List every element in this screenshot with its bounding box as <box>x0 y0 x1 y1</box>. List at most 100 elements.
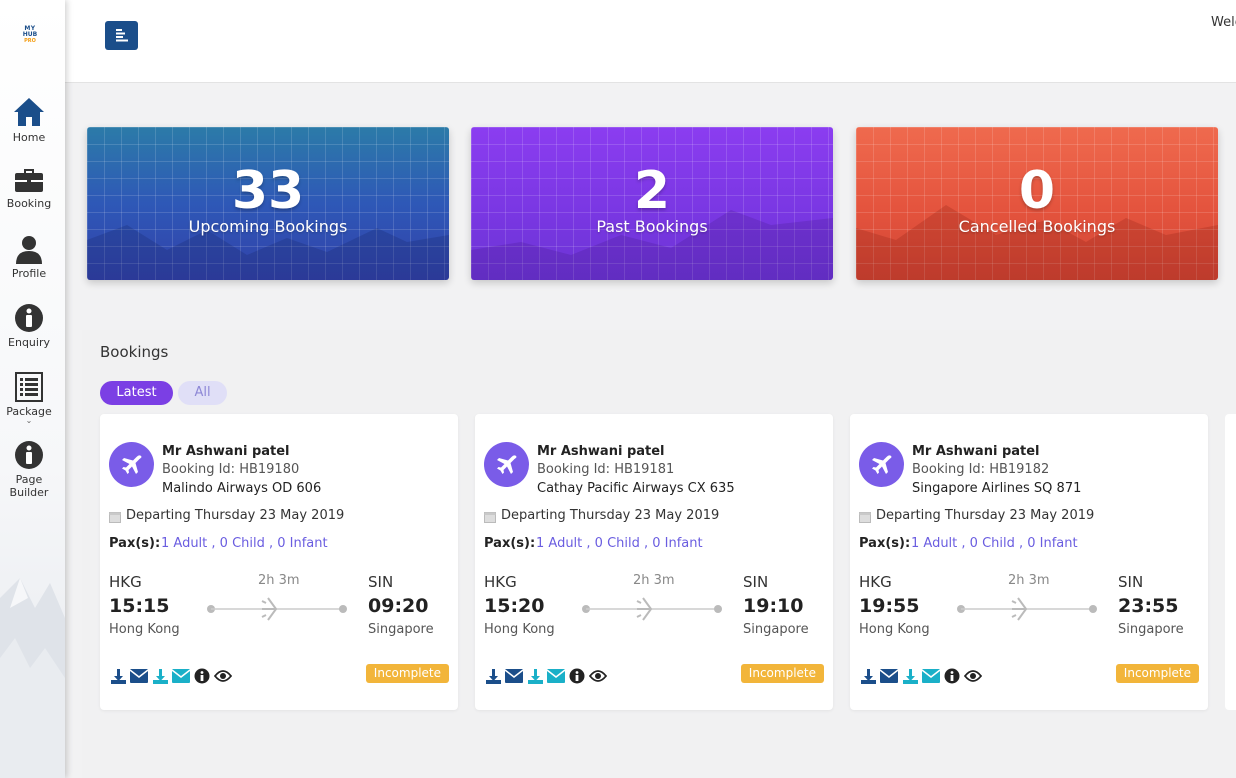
destination-code: SIN <box>368 573 394 591</box>
email-icon[interactable] <box>880 667 898 685</box>
departure-time: 15:15 <box>109 595 170 617</box>
menu-toggle-button[interactable] <box>105 21 138 50</box>
destination-city: Singapore <box>368 622 434 637</box>
calendar-icon <box>484 512 496 523</box>
sidebar-item-label: Page Builder <box>9 473 49 499</box>
flight-duration: 2h 3m <box>1008 573 1050 588</box>
email-icon[interactable] <box>172 667 190 685</box>
airplane-icon <box>636 597 653 621</box>
origin-city: Hong Kong <box>109 622 180 637</box>
sidebar: MY HUB PRO Home Booking Profile Enquiry … <box>0 0 65 778</box>
eye-icon[interactable] <box>214 667 232 685</box>
airplane-icon <box>1011 597 1028 621</box>
calendar-icon <box>109 512 121 523</box>
sidebar-item-booking[interactable]: Booking <box>0 166 58 210</box>
sidebar-item-enquiry[interactable]: Enquiry <box>0 303 58 349</box>
departure-date: Departing Thursday 23 May 2019 <box>876 508 1095 523</box>
info-icon[interactable] <box>568 667 586 685</box>
route-line <box>582 597 722 621</box>
welcome-text: Welcome <box>1211 15 1236 30</box>
pax-label: Pax(s): <box>859 536 911 551</box>
pax-value: 1 Adult , 0 Child , 0 Infant <box>911 536 1078 551</box>
passenger-name: Mr Ashwani patel <box>162 444 290 459</box>
booking-card-partial[interactable] <box>1225 414 1236 710</box>
booking-card[interactable]: Mr Ashwani patel Booking Id: HB19182 Sin… <box>850 414 1208 710</box>
stat-label: Past Bookings <box>596 217 708 236</box>
email-icon[interactable] <box>505 667 523 685</box>
avatar <box>859 442 904 487</box>
stat-card-past[interactable]: 2 Past Bookings <box>471 127 833 280</box>
info-icon <box>15 441 43 469</box>
sidebar-item-page-builder[interactable]: Page Builder <box>0 440 58 499</box>
booking-id: Booking Id: HB19181 <box>537 462 675 477</box>
booking-actions <box>859 667 982 685</box>
list-icon <box>15 372 43 402</box>
chevron-down-icon[interactable]: ⌄ <box>0 417 58 425</box>
sidebar-item-label: Enquiry <box>8 336 50 349</box>
destination-city: Singapore <box>743 622 809 637</box>
eye-icon[interactable] <box>964 667 982 685</box>
avatar <box>109 442 154 487</box>
stat-value: 0 <box>1018 161 1056 221</box>
email-icon[interactable] <box>130 667 148 685</box>
tab-latest[interactable]: Latest <box>100 381 173 405</box>
user-icon <box>16 236 42 264</box>
download-icon[interactable] <box>526 667 544 685</box>
eye-icon[interactable] <box>589 667 607 685</box>
app-logo[interactable]: MY HUB PRO <box>18 26 42 48</box>
download-icon[interactable] <box>109 667 127 685</box>
download-icon[interactable] <box>484 667 502 685</box>
booking-card[interactable]: Mr Ashwani patel Booking Id: HB19181 Cat… <box>475 414 833 710</box>
tab-all[interactable]: All <box>178 381 227 405</box>
stat-card-cancelled[interactable]: 0 Cancelled Bookings <box>856 127 1218 280</box>
info-icon[interactable] <box>193 667 211 685</box>
info-icon <box>15 304 43 332</box>
sidebar-item-profile[interactable]: Profile <box>0 234 58 280</box>
avatar <box>484 442 529 487</box>
pax-value: 1 Adult , 0 Child , 0 Infant <box>161 536 328 551</box>
passenger-name: Mr Ashwani patel <box>912 444 1040 459</box>
airplane-icon <box>496 454 516 474</box>
flight-duration: 2h 3m <box>258 573 300 588</box>
airline-flight: Cathay Pacific Airways CX 635 <box>537 481 735 496</box>
arrival-time: 23:55 <box>1118 595 1179 617</box>
booking-id: Booking Id: HB19180 <box>162 462 300 477</box>
menu-icon <box>115 29 128 42</box>
destination-code: SIN <box>1118 573 1144 591</box>
sidebar-background-mountain <box>0 578 65 778</box>
airplane-icon <box>871 454 891 474</box>
pax-label: Pax(s): <box>484 536 536 551</box>
sidebar-item-package[interactable]: Package ⌄ <box>0 372 58 425</box>
airline-flight: Malindo Airways OD 606 <box>162 481 322 496</box>
origin-city: Hong Kong <box>484 622 555 637</box>
sidebar-item-label: Booking <box>6 197 52 210</box>
sidebar-item-label: Profile <box>11 267 47 280</box>
status-badge: Incomplete <box>365 664 449 683</box>
email-icon[interactable] <box>922 667 940 685</box>
airplane-icon <box>261 597 278 621</box>
departure-time: 15:20 <box>484 595 545 617</box>
stat-card-upcoming[interactable]: 33 Upcoming Bookings <box>87 127 449 280</box>
booking-actions <box>109 667 232 685</box>
origin-code: HKG <box>484 573 517 591</box>
arrival-time: 19:10 <box>743 595 804 617</box>
flight-duration: 2h 3m <box>633 573 675 588</box>
sidebar-item-home[interactable]: Home <box>0 96 58 144</box>
download-icon[interactable] <box>151 667 169 685</box>
booking-card[interactable]: Mr Ashwani patel Booking Id: HB19180 Mal… <box>100 414 458 710</box>
route-line <box>207 597 347 621</box>
info-icon[interactable] <box>943 667 961 685</box>
arrival-time: 09:20 <box>368 595 429 617</box>
booking-id: Booking Id: HB19182 <box>912 462 1050 477</box>
download-icon[interactable] <box>901 667 919 685</box>
calendar-icon <box>859 512 871 523</box>
download-icon[interactable] <box>859 667 877 685</box>
departure-date: Departing Thursday 23 May 2019 <box>501 508 720 523</box>
stat-label: Upcoming Bookings <box>188 217 348 236</box>
email-icon[interactable] <box>547 667 565 685</box>
status-badge: Incomplete <box>1115 664 1199 683</box>
origin-code: HKG <box>859 573 892 591</box>
stat-label: Cancelled Bookings <box>958 217 1116 236</box>
briefcase-icon <box>15 169 43 192</box>
route-line <box>957 597 1097 621</box>
